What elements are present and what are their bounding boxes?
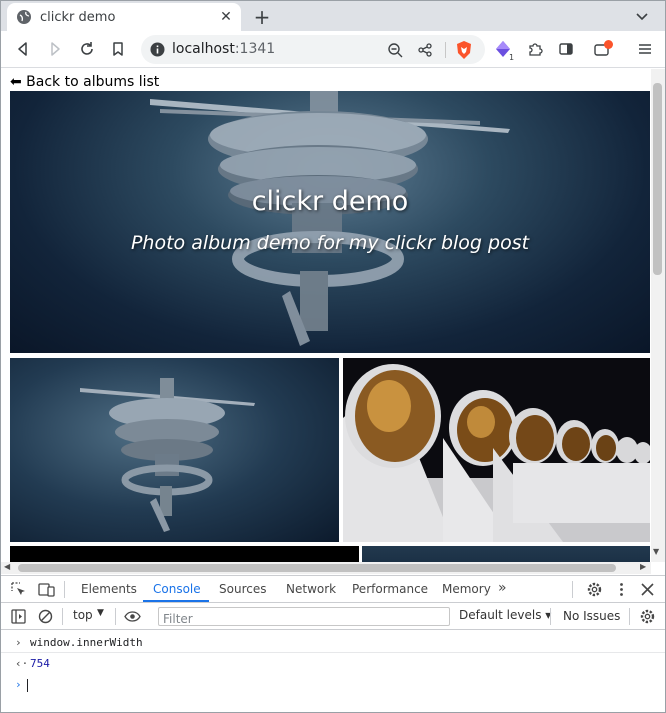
scroll-down-arrow-icon[interactable]: ▼ (653, 547, 659, 556)
bookmark-button[interactable] (108, 39, 128, 59)
console-command: window.innerWidth (30, 636, 143, 649)
reload-icon (81, 42, 93, 55)
vertical-scroll-thumb[interactable] (653, 83, 662, 275)
site-info-icon[interactable] (150, 42, 165, 57)
url-text[interactable]: localhost:1341 (172, 41, 275, 57)
sidebar-button[interactable] (556, 39, 576, 59)
return-arrow-icon: ‹· (15, 657, 29, 670)
toolbar-divider (115, 608, 116, 625)
bookmark-icon (113, 42, 123, 56)
settings-gear-icon[interactable] (586, 581, 603, 598)
brave-shields-icon[interactable] (455, 40, 473, 60)
more-tabs-icon[interactable]: » (498, 580, 507, 596)
console-settings-gear-icon[interactable] (639, 608, 656, 625)
back-button[interactable] (13, 39, 33, 59)
context-selector[interactable]: top (73, 608, 93, 622)
wallet-notification-icon (594, 40, 613, 56)
tab-title: clickr demo (40, 9, 116, 25)
photo-thumbnail-space-station[interactable] (10, 358, 339, 542)
filter-input[interactable] (159, 610, 449, 628)
url-port: :1341 (234, 41, 276, 57)
extension-badge: 1 (509, 53, 515, 62)
rewards-button[interactable] (594, 39, 614, 59)
globe-icon (17, 10, 31, 24)
zoom-out-icon[interactable] (387, 42, 403, 58)
caret-down-icon[interactable]: ▼ (97, 608, 104, 618)
astronauts-image (343, 364, 650, 542)
tab-strip: clickr demo ✕ + (1, 1, 665, 31)
clear-console-icon[interactable] (37, 608, 54, 625)
photo-thumbnail-astronauts[interactable] (343, 358, 650, 542)
sidebar-icon (559, 43, 573, 55)
forward-arrow-icon (51, 42, 60, 56)
space-station-image (80, 378, 255, 532)
toolbar-divider (550, 608, 551, 625)
console-result-line: ‹· 754 (1, 656, 665, 674)
log-levels-dropdown[interactable]: Default levels ▾ (459, 608, 551, 622)
extensions-button[interactable] (525, 39, 545, 59)
toolbar-divider (572, 581, 573, 598)
device-toolbar-icon[interactable] (38, 581, 55, 598)
address-bar-divider (445, 42, 446, 58)
inspect-element-icon[interactable] (10, 581, 27, 598)
issues-counter[interactable]: No Issues (563, 609, 620, 623)
console-input-line: › window.innerWidth (1, 635, 665, 653)
tab-sources[interactable]: Sources (219, 582, 266, 596)
browser-tab[interactable]: clickr demo ✕ (7, 3, 241, 31)
puzzle-icon (529, 43, 543, 56)
chevron-down-icon[interactable] (633, 7, 651, 25)
forward-button[interactable] (45, 39, 65, 59)
console-result-value: 754 (30, 657, 50, 670)
reload-button[interactable] (77, 39, 97, 59)
toolbar-divider (62, 608, 63, 625)
text-caret (27, 679, 28, 692)
close-tab-icon[interactable]: ✕ (217, 8, 235, 26)
tab-network[interactable]: Network (286, 582, 336, 596)
live-expression-eye-icon[interactable] (124, 608, 141, 625)
space-station-hero-image (150, 91, 510, 346)
console-prompt[interactable]: › (1, 677, 665, 695)
address-bar[interactable]: localhost:1341 (141, 35, 485, 64)
url-host: localhost (172, 41, 235, 57)
scroll-right-arrow-icon[interactable]: ▶ (640, 562, 646, 571)
main-menu-button[interactable] (635, 39, 655, 59)
tab-performance[interactable]: Performance (352, 582, 428, 596)
tab-console[interactable]: Console (153, 582, 201, 596)
share-icon[interactable] (417, 42, 433, 58)
hero-subtitle: Photo album demo for my clickr blog post (130, 232, 530, 254)
active-tab-indicator (143, 600, 209, 602)
browser-toolbar: localhost:1341 1 (1, 31, 665, 68)
console-filter-box[interactable] (158, 607, 450, 628)
more-options-icon[interactable] (613, 581, 630, 598)
prompt-chevron-icon: › (15, 678, 22, 691)
tab-memory[interactable]: Memory (442, 582, 491, 596)
tab-elements[interactable]: Elements (81, 582, 137, 596)
close-devtools-icon[interactable] (639, 581, 656, 598)
horizontal-scroll-thumb[interactable] (18, 564, 616, 572)
hero-banner: clickr demo Photo album demo for my clic… (10, 91, 650, 353)
console-sidebar-icon[interactable] (10, 608, 27, 625)
toolbar-divider (629, 608, 630, 625)
toolbar-divider (64, 581, 65, 598)
console-toolbar: top ▼ Default levels ▾ No Issues (1, 603, 665, 630)
back-to-albums-link[interactable]: ⬅ Back to albums list (10, 74, 159, 90)
browser-window: clickr demo ✕ + localhost:1341 1 ⬅ Back … (0, 0, 666, 713)
hamburger-menu-icon (639, 44, 651, 54)
devtools-panel: Elements Console Sources Network Perform… (1, 575, 665, 712)
devtools-tab-bar: Elements Console Sources Network Perform… (1, 576, 665, 603)
new-tab-button[interactable]: + (251, 5, 273, 29)
page-viewport: ⬅ Back to albums list clickr demo Photo … (1, 69, 665, 574)
back-arrow-icon (18, 42, 27, 56)
scroll-left-arrow-icon[interactable]: ◀ (4, 562, 10, 571)
log-levels-label: Default levels (459, 608, 542, 622)
hero-title: clickr demo (251, 186, 409, 217)
chevron-right-icon: › (15, 636, 22, 649)
